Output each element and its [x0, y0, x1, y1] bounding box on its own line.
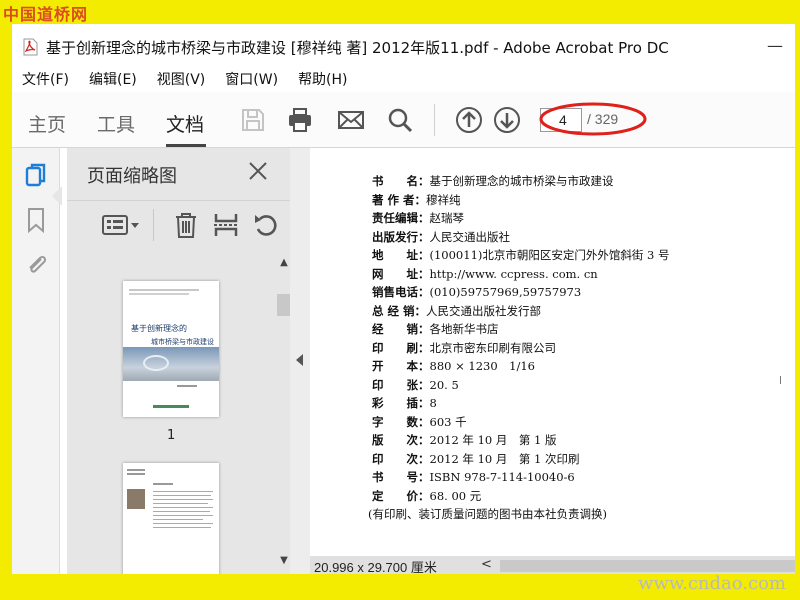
acrobat-pdf-icon: [23, 38, 38, 56]
page-size-readout: 20.996 x 29.700 厘米: [314, 560, 437, 574]
tab-tools[interactable]: 工具: [97, 110, 135, 137]
tab-document[interactable]: 文档: [166, 110, 204, 137]
menu-help[interactable]: 帮助(H): [288, 64, 357, 92]
rotate-icon[interactable]: [252, 211, 280, 239]
thumbnail-toolbar: [67, 200, 290, 250]
panel-pointer: [52, 186, 62, 206]
thumb-interchange-graphic: [143, 355, 169, 371]
doc-line-price: 定 价：68. 00 元: [372, 488, 482, 503]
extract-icon[interactable]: [212, 211, 240, 239]
thumb-cover-image: [123, 347, 219, 381]
doc-line-publisher: 出版发行：人民交通出版社: [372, 229, 510, 244]
doc-line-website: 网 址：http://www. ccpress. com. cn: [372, 266, 598, 281]
tool-separator: [153, 209, 154, 241]
thumbnail-options-icon[interactable]: [101, 211, 141, 239]
doc-line-edition: 版 次：2012 年 10 月 第 1 版: [372, 433, 557, 447]
doc-line-seller: 经 销：各地新华书店: [372, 322, 499, 336]
thumbnails-list: 基于创新理念的 城市桥梁与市政建设 1: [67, 256, 272, 574]
site-watermark-top: 中国道桥网: [3, 5, 89, 24]
doc-line-sheets: 印 张：20. 5: [372, 377, 459, 392]
highlight-ellipse-annotation: [539, 102, 647, 136]
bookmark-icon[interactable]: [24, 206, 48, 234]
doc-line-wordcount: 字 数：603 千: [372, 414, 467, 429]
menu-file[interactable]: 文件(F): [12, 64, 79, 92]
toolbar-separator: [434, 104, 435, 136]
thumbnail-label-1: 1: [167, 428, 176, 443]
page-thumbnail-1[interactable]: 基于创新理念的 城市桥梁与市政建设: [123, 281, 219, 417]
page-thumbnail-2[interactable]: [123, 463, 219, 574]
doc-line-editor: 责任编辑：赵瑞琴: [372, 211, 464, 225]
author-photo: [127, 489, 145, 509]
menu-window[interactable]: 窗口(W): [215, 64, 288, 92]
search-icon[interactable]: [386, 106, 414, 134]
page-edge-mark: [780, 376, 781, 384]
doc-line-color-plates: 彩 插：8: [372, 396, 437, 410]
acrobat-window: 基于创新理念的城市桥梁与市政建设 [穆祥纯 著] 2012年版11.pdf - …: [12, 24, 795, 574]
doc-line-phone: 销售电话：(010)59757969,59757973: [372, 285, 582, 299]
document-view: 书 名：基于创新理念的城市桥梁与市政建设 著 作 者：穆祥纯 责任编辑：赵瑞琴 …: [290, 148, 795, 574]
title-bar: 基于创新理念的城市桥梁与市政建设 [穆祥纯 著] 2012年版11.pdf - …: [12, 24, 795, 64]
window-title: 基于创新理念的城市桥梁与市政建设 [穆祥纯 著] 2012年版11.pdf - …: [46, 39, 669, 57]
doc-line-isbn: 书 号：ISBN 978-7-114-10040-6: [372, 470, 575, 484]
save-icon[interactable]: [239, 106, 267, 134]
doc-line-format: 开 本：880 × 1230 1/16: [372, 359, 535, 373]
pdf-page: 书 名：基于创新理念的城市桥梁与市政建设 著 作 者：穆祥纯 责任编辑：赵瑞琴 …: [310, 148, 795, 556]
close-icon[interactable]: [247, 160, 269, 182]
prev-page-icon[interactable]: [455, 106, 483, 134]
site-watermark-bottom: www.cndao.com: [638, 573, 786, 594]
thumb-title-line2: 城市桥梁与市政建设: [151, 338, 214, 346]
doc-line-printing: 印 次：2012 年 10 月 第 1 次印刷: [372, 451, 580, 466]
scroll-left-icon[interactable]: <: [481, 557, 492, 572]
next-page-icon[interactable]: [493, 106, 521, 134]
print-icon[interactable]: [286, 106, 314, 134]
doc-line-title: 书 名：基于创新理念的城市桥梁与市政建设: [372, 174, 614, 188]
scroll-up-icon[interactable]: ▲: [277, 258, 291, 268]
menu-view[interactable]: 视图(V): [147, 64, 216, 92]
status-bar: 20.996 x 29.700 厘米 <: [310, 556, 795, 574]
navigation-rail: [12, 148, 60, 574]
minimize-button[interactable]: —: [767, 36, 783, 55]
menu-edit[interactable]: 编辑(E): [79, 64, 147, 92]
doc-line-author: 著 作 者：穆祥纯: [372, 192, 461, 207]
delete-icon[interactable]: [172, 211, 200, 239]
thumb-title-line1: 基于创新理念的: [131, 324, 187, 333]
scroll-down-icon[interactable]: ▼: [277, 556, 291, 566]
toolbar: 主页 工具 文档 4 / 329: [12, 92, 795, 148]
attachment-icon[interactable]: [24, 250, 48, 278]
horizontal-scrollbar[interactable]: [500, 560, 795, 572]
doc-line-printer: 印 刷：北京市密东印刷有限公司: [372, 340, 556, 355]
page-thumbnails-panel: 页面缩略图 基于创新理念的 城市桥梁与市政建设 1 ▲ ▼: [67, 148, 293, 574]
doc-footnote: (有印刷、装订质量问题的图书由本社负责调换): [368, 507, 607, 521]
page-thumbnails-icon[interactable]: [24, 162, 48, 190]
panel-title: 页面缩略图: [87, 166, 177, 187]
email-icon[interactable]: [337, 106, 365, 134]
doc-line-distributor: 总 经 销：人民交通出版社发行部: [372, 303, 542, 318]
doc-line-address: 地 址：(100011)北京市朝阳区安定门外外馆斜街 3 号: [372, 248, 670, 262]
collapse-panel-icon[interactable]: [296, 354, 303, 366]
thumbnails-scrollbar[interactable]: ▲ ▼: [275, 258, 293, 568]
menu-bar: 文件(F) 编辑(E) 视图(V) 窗口(W) 帮助(H): [12, 64, 358, 92]
tab-home[interactable]: 主页: [28, 110, 66, 137]
active-tab-indicator: [166, 144, 206, 147]
